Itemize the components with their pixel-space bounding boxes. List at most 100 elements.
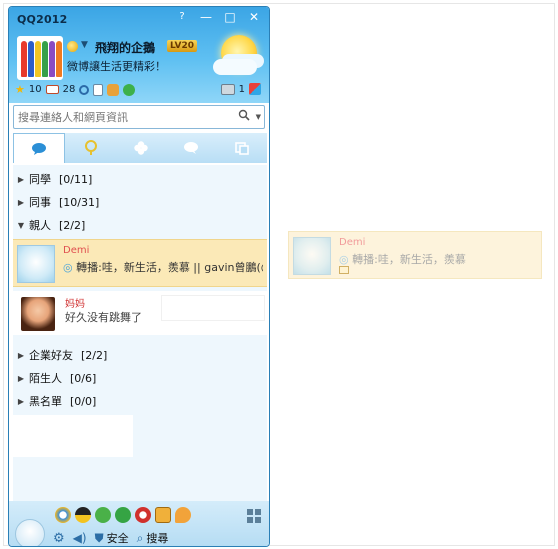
help-button[interactable]: ?	[171, 9, 193, 25]
security-label: 安全	[106, 532, 129, 545]
user-nickname: 飛翔的企鵝	[95, 41, 156, 55]
mail-icon[interactable]	[45, 85, 59, 94]
close-button[interactable]: ✕	[243, 9, 265, 25]
group-count: [0/6]	[70, 371, 97, 385]
volume-icon[interactable]: ◀)	[73, 531, 87, 545]
photo-icon[interactable]	[155, 507, 171, 523]
pencil-green	[42, 41, 48, 77]
chat-bubble-icon	[32, 142, 47, 155]
clover-icon[interactable]	[123, 83, 136, 96]
maximize-button[interactable]: □	[219, 9, 241, 25]
security-button[interactable]: ⛊ 安全	[95, 530, 129, 546]
contact-status: ◎ 轉播:哇，新生活，羨慕	[339, 251, 529, 267]
group-row[interactable]: ▼ 親人 [2/2]	[13, 215, 267, 235]
contact-name: 妈妈	[65, 299, 85, 310]
tab-recent[interactable]	[217, 133, 267, 163]
expanded-arrow-icon: ▼	[17, 220, 25, 230]
document-icon[interactable]	[93, 83, 104, 96]
group-name: 企業好友	[29, 349, 73, 362]
recent-icon	[235, 142, 249, 155]
find-label: 搜尋	[146, 532, 169, 545]
app-grid-icon[interactable]	[247, 509, 261, 523]
contact-row-selected[interactable]: Demi ◎ 轉播:哇，新生活，羨慕 || gavin曾鵬(@	[13, 239, 267, 287]
pencil-blue	[28, 41, 34, 77]
drag-preview-contact: Demi ◎ 轉播:哇，新生活，羨慕	[288, 231, 542, 279]
group-row[interactable]: ▶ 企業好友 [2/2]	[13, 345, 267, 365]
group-row[interactable]: ▶ 同學 [0/11]	[13, 169, 267, 189]
grid-cell	[255, 517, 261, 523]
group-count: [2/2]	[59, 218, 86, 232]
contact-row[interactable]: 妈妈 好久没有跳舞了	[13, 291, 267, 335]
search-options-caret-icon[interactable]: ▼	[256, 113, 261, 121]
contact-avatar[interactable]	[21, 297, 55, 331]
mail-icon	[339, 266, 349, 274]
music-icon[interactable]	[95, 507, 111, 523]
qq-pet-icon[interactable]	[75, 507, 91, 523]
weather-cloud-icon	[213, 59, 257, 75]
group-name: 同事	[29, 196, 51, 209]
window-controls: ? — □ ✕	[171, 9, 265, 25]
message-count: 1	[238, 83, 245, 95]
app-shortcuts	[55, 507, 191, 523]
grid-cell	[247, 517, 253, 523]
blank-overlay	[13, 415, 133, 457]
star-icon[interactable]: ★	[15, 83, 25, 96]
collapsed-arrow-icon: ▶	[17, 174, 25, 184]
app-manager-icon[interactable]	[249, 83, 261, 95]
minimize-button[interactable]: —	[195, 9, 217, 25]
clover-icon	[134, 141, 148, 155]
star-count: 10	[28, 84, 42, 95]
collapsed-arrow-icon: ▶	[17, 197, 25, 207]
search-circle-icon[interactable]	[79, 84, 90, 95]
pencil-red	[21, 41, 27, 77]
group-name: 陌生人	[29, 372, 62, 385]
settings-gear-icon[interactable]: ⚙	[53, 531, 65, 546]
pin-icon	[84, 140, 97, 155]
group-row[interactable]: ▶ 同事 [10/31]	[13, 192, 267, 212]
video-play-icon[interactable]	[115, 507, 131, 523]
tab-contacts[interactable]	[13, 133, 66, 163]
pencil-yellow	[35, 41, 41, 77]
tab-weibo[interactable]	[65, 133, 115, 163]
message-indicator: 1	[220, 83, 261, 95]
contact-avatar[interactable]	[17, 245, 55, 283]
main-menu-penguin-icon[interactable]	[15, 519, 45, 546]
online-status-icon[interactable]	[67, 41, 78, 52]
browser-icon[interactable]	[55, 507, 71, 523]
weibo-share-icon: ◎	[339, 253, 353, 266]
contact-status-text: 轉播:哇，新生活，羨慕 || gavin曾鵬(@	[76, 261, 263, 274]
main-tabs	[13, 133, 267, 163]
tab-discussions[interactable]	[166, 133, 216, 163]
search-bar: ▼	[13, 105, 265, 129]
wallet-icon[interactable]	[107, 83, 120, 96]
weibo-share-icon: ◎	[63, 261, 77, 274]
collapsed-arrow-icon: ▶	[17, 350, 25, 360]
contact-status-text: 轉播:哇，新生活，羨慕	[352, 253, 466, 266]
header-panel: QQ2012 ? — □ ✕ ▼ 飛翔的企鵝 LV20 微博讓生活更精彩！ ★ …	[9, 7, 269, 103]
level-badge[interactable]: LV20	[167, 40, 197, 52]
bottom-toolbar: ⚙ ◀) ⛊ 安全 ⌕ 搜尋	[9, 501, 269, 546]
chat-room-icon[interactable]	[175, 507, 191, 523]
search-input[interactable]	[18, 109, 238, 125]
group-count: [10/31]	[59, 195, 100, 209]
qq-main-window: QQ2012 ? — □ ✕ ▼ 飛翔的企鵝 LV20 微博讓生活更精彩！ ★ …	[8, 6, 270, 547]
tab-groups[interactable]	[116, 133, 166, 163]
mail-count: 28	[62, 84, 76, 95]
game-icon[interactable]	[135, 507, 151, 523]
group-count: [0/0]	[70, 394, 97, 408]
pencil-orange	[56, 41, 62, 77]
status-dropdown-icon[interactable]: ▼	[81, 40, 88, 50]
user-avatar[interactable]	[17, 36, 63, 80]
shield-icon: ⛊	[94, 530, 104, 545]
user-signature[interactable]: 微博讓生活更精彩！	[67, 58, 166, 74]
message-box-icon[interactable]	[220, 83, 235, 95]
group-row[interactable]: ▶ 陌生人 [0/6]	[13, 368, 267, 388]
contact-name: Demi	[63, 245, 90, 256]
find-button[interactable]: ⌕ 搜尋	[137, 530, 169, 546]
group-row[interactable]: ▶ 黑名單 [0/0]	[13, 391, 267, 411]
contact-avatar	[293, 237, 331, 275]
window-title: QQ2012	[17, 13, 68, 26]
search-icon[interactable]	[238, 109, 250, 121]
magnifier-icon: ⌕	[136, 530, 144, 545]
contact-name: Demi	[339, 237, 366, 248]
